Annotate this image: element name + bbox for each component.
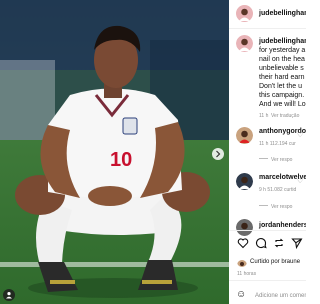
liked-by-text[interactable]: Curtido por braune xyxy=(250,258,300,266)
post-photo: 10 xyxy=(0,0,229,304)
caption-avatar[interactable] xyxy=(236,35,253,52)
commenter-avatar[interactable] xyxy=(236,173,253,190)
like-button[interactable] xyxy=(237,237,249,249)
next-image-button[interactable] xyxy=(212,148,224,160)
repost-button[interactable] xyxy=(273,237,285,249)
comment-meta: 11 h 112.194 cur xyxy=(259,141,296,147)
comment-box-divider xyxy=(229,280,306,281)
commenter-avatar[interactable] xyxy=(236,219,253,236)
heart-icon: ♡ xyxy=(297,178,304,185)
post-time: 11 horas xyxy=(237,271,257,277)
heart-icon xyxy=(237,238,249,249)
emoji-icon: ☺ xyxy=(236,289,247,300)
author-avatar[interactable] xyxy=(236,5,253,22)
view-replies-link[interactable]: Ver respo xyxy=(271,156,292,164)
replies-rule xyxy=(259,205,268,206)
view-replies-link[interactable]: Ver respo xyxy=(271,203,292,211)
add-comment-input[interactable]: Adicione um comentário... xyxy=(255,292,306,300)
comment-button[interactable] xyxy=(255,237,267,249)
shirt-number: 10 xyxy=(110,149,132,171)
caption-line: unbelievable s xyxy=(259,65,304,72)
liker-avatar[interactable] xyxy=(237,257,247,267)
commenter-avatar[interactable] xyxy=(236,127,253,144)
caption-line: Don't let the u xyxy=(259,83,302,90)
comment-like-button[interactable]: ♡ xyxy=(297,177,303,185)
see-translation-link[interactable]: Ver tradução xyxy=(271,112,299,120)
caption-line: nail on the hea xyxy=(259,56,305,63)
header-divider xyxy=(229,28,306,29)
caption-line: for yesterday a xyxy=(259,47,306,54)
post-side-panel: judebellingham judebellingham for yester… xyxy=(229,0,306,304)
post-author-username[interactable]: judebellingham xyxy=(259,10,306,18)
emoji-picker-button[interactable]: ☺ xyxy=(236,289,246,300)
person-tag-button[interactable] xyxy=(3,289,15,301)
chevron-right-icon xyxy=(216,150,221,158)
caption-line: their hard earn xyxy=(259,74,305,81)
replies-rule xyxy=(259,158,268,159)
comment-meta: 9 h 51.082 curtid xyxy=(259,187,297,193)
comment-username[interactable]: jordanhenders xyxy=(259,222,306,230)
caption-line: And we will! Lo xyxy=(259,101,306,108)
comment-like-button[interactable]: ♡ xyxy=(297,131,303,139)
person-tag-icon xyxy=(6,292,12,299)
repost-icon xyxy=(274,238,284,248)
share-icon xyxy=(291,238,303,249)
caption-username[interactable]: judebellingham xyxy=(259,38,306,46)
comment-icon xyxy=(255,237,267,249)
caption-time: 11 h xyxy=(259,113,269,119)
heart-icon: ♡ xyxy=(297,132,304,139)
actions-divider xyxy=(229,230,306,231)
share-button[interactable] xyxy=(291,237,303,249)
caption-line: this campaign. xyxy=(259,92,305,99)
